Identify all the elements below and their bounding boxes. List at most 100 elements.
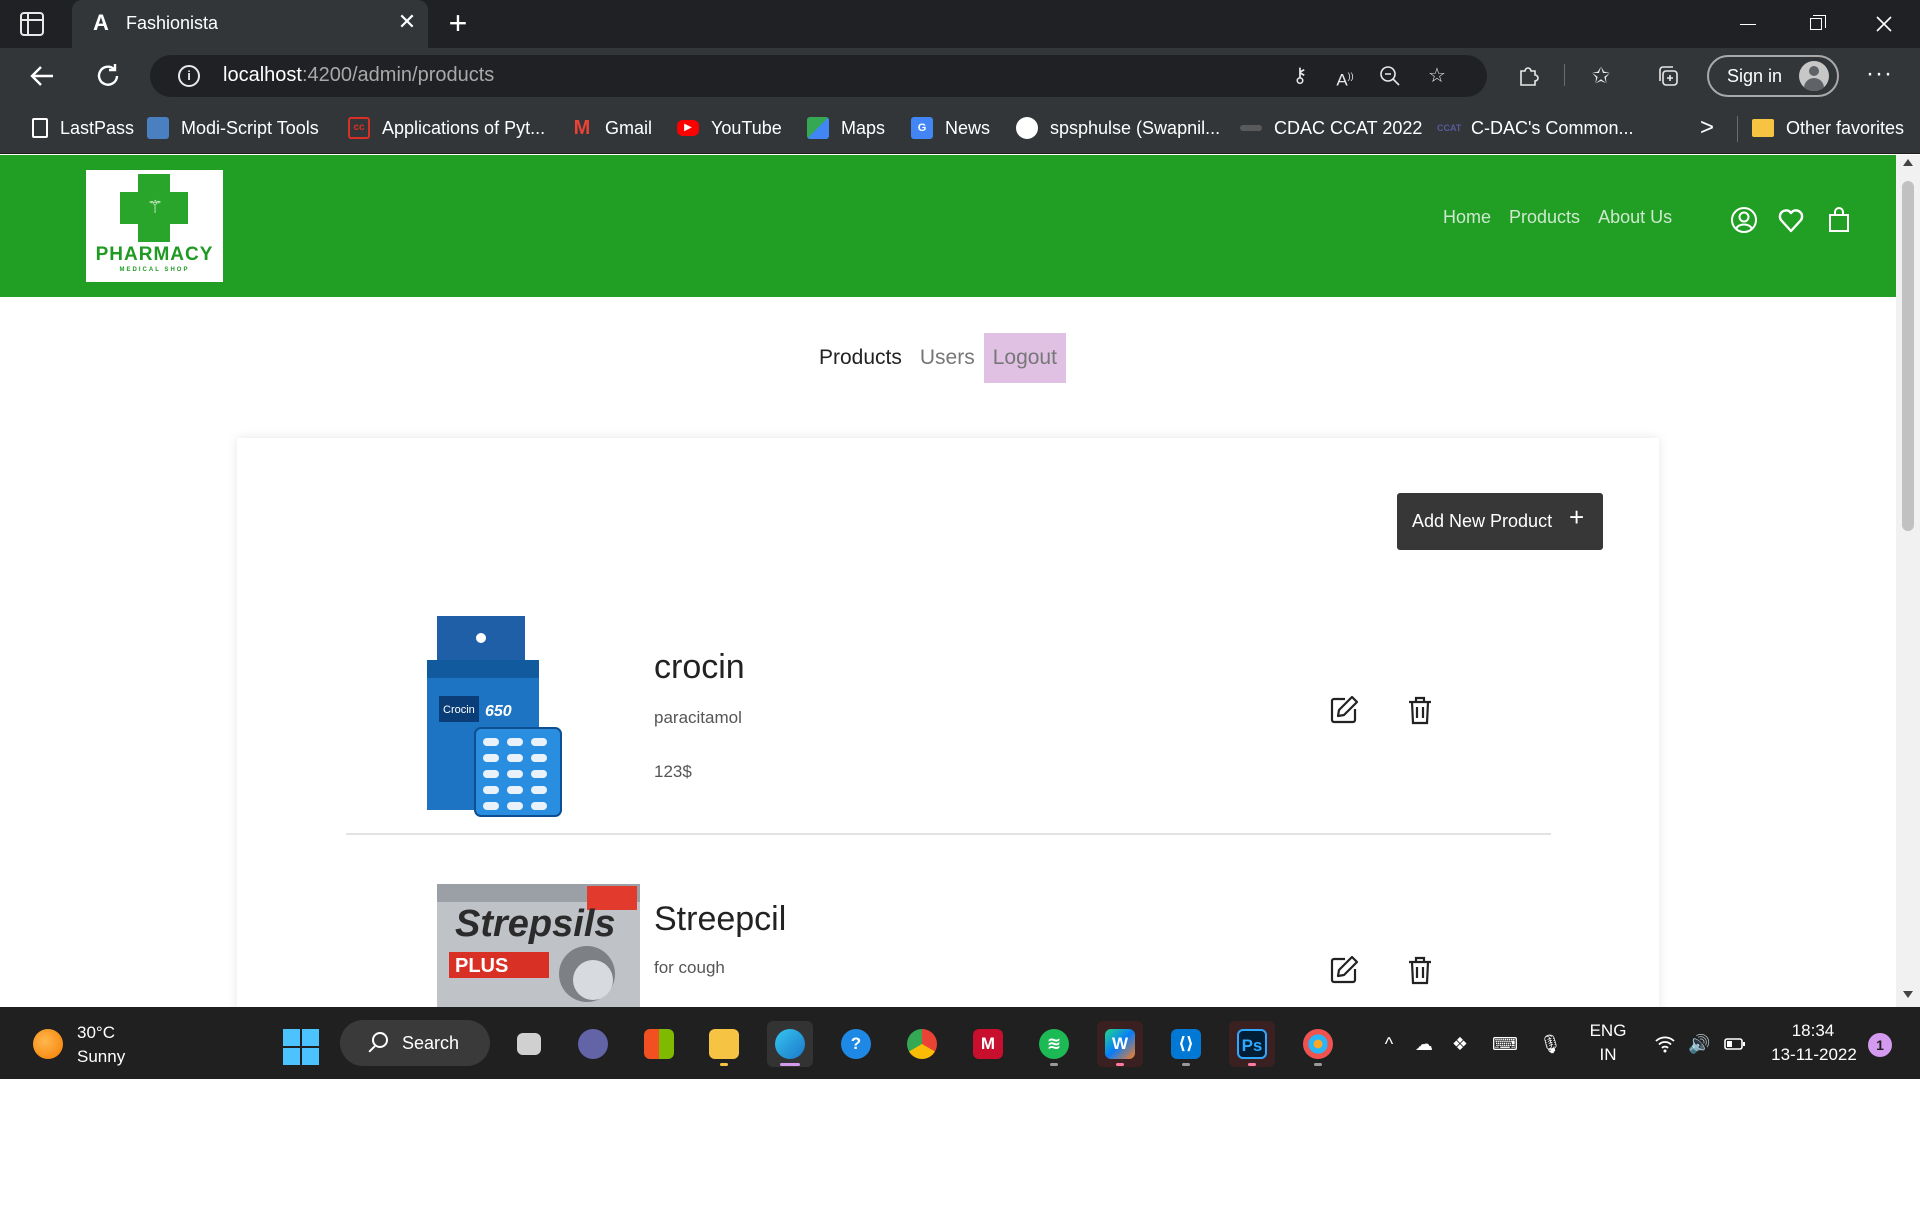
new-tab-button[interactable]: + (443, 7, 473, 39)
sign-in-button[interactable]: Sign in (1707, 55, 1839, 97)
site-info-icon[interactable]: i (178, 65, 200, 87)
bookmark-lastpass[interactable]: LastPass (32, 115, 134, 141)
bookmark-news[interactable]: G News (911, 115, 990, 141)
wishlist-heart-icon[interactable] (1776, 205, 1806, 235)
admin-nav: Products Users Logout (810, 333, 1066, 383)
start-button[interactable] (283, 1029, 319, 1065)
microphone-icon[interactable]: 🎙 (1539, 1033, 1562, 1055)
windows-logo-tile (302, 1029, 319, 1046)
mcafee-button[interactable]: M (965, 1021, 1011, 1067)
help-button[interactable]: ? (833, 1021, 879, 1067)
more-menu-icon[interactable]: ··· (1866, 62, 1893, 86)
restore-button[interactable] (1804, 12, 1828, 36)
restore-icon (1810, 15, 1826, 30)
github-icon (1016, 117, 1038, 139)
crocin-pack-image: Crocin 650 (427, 616, 562, 817)
show-hidden-icons-chevron-icon[interactable]: ^ (1378, 1033, 1400, 1055)
task-view-button[interactable] (505, 1021, 551, 1067)
edit-icon[interactable] (1327, 953, 1361, 987)
scroll-down-arrow-icon[interactable] (1903, 991, 1913, 998)
nav-about-us[interactable]: About Us (1598, 207, 1672, 228)
bookmark-cdac-ccat[interactable]: CDAC CCAT 2022 (1240, 115, 1422, 141)
key-icon[interactable]: ⚷ (1288, 64, 1312, 88)
file-explorer-button[interactable] (701, 1021, 747, 1067)
tab-close-icon[interactable]: ✕ (395, 10, 419, 34)
nav-home[interactable]: Home (1443, 207, 1491, 228)
shopping-bag-icon[interactable] (1824, 205, 1854, 235)
webstorm-icon: W (1105, 1029, 1135, 1059)
delete-icon[interactable] (1403, 953, 1437, 987)
url-text[interactable]: localhost:4200/admin/products (223, 64, 494, 87)
bookmark-modi-script[interactable]: Modi-Script Tools (147, 115, 319, 141)
back-button[interactable] (27, 61, 57, 91)
chrome-button[interactable] (899, 1021, 945, 1067)
weather-temperature[interactable]: 30°C (77, 1023, 115, 1043)
url-host: localhost (223, 64, 302, 86)
bookmark-youtube[interactable]: ▶ YouTube (677, 115, 782, 141)
reload-button[interactable] (93, 61, 123, 91)
sun-icon[interactable] (33, 1029, 63, 1059)
paint-button[interactable] (1295, 1021, 1341, 1067)
bookmark-applications-python[interactable]: cc Applications of Pyt... (348, 115, 545, 141)
minimize-button[interactable] (1736, 12, 1760, 36)
add-favorite-icon[interactable]: ☆ (1425, 64, 1449, 88)
running-indicator (1116, 1063, 1124, 1066)
clock-date[interactable]: 13-11-2022 (1764, 1045, 1864, 1065)
zoom-out-icon[interactable] (1378, 64, 1402, 88)
page-scrollbar[interactable] (1896, 155, 1920, 1007)
browser-tab-bar: A Fashionista ✕ + (0, 0, 1920, 48)
address-bar[interactable]: i localhost:4200/admin/products ⚷ A)) ☆ (150, 55, 1487, 97)
bookmark-other-favorites[interactable]: Other favorites (1752, 115, 1904, 141)
favorites-icon[interactable]: ✩ (1588, 63, 1614, 89)
extensions-icon[interactable] (1515, 63, 1541, 89)
product-price: 123$ (654, 762, 692, 781)
volume-icon[interactable]: 🔊 (1688, 1033, 1710, 1055)
scroll-thumb[interactable] (1902, 181, 1914, 531)
bookmark-cdac-common[interactable]: CCAT C-DAC's Common... (1437, 115, 1633, 141)
dropbox-icon[interactable]: ❖ (1449, 1033, 1471, 1055)
running-indicator (1050, 1063, 1058, 1066)
input-language[interactable]: ENG (1583, 1021, 1633, 1041)
back-arrow-icon (30, 66, 53, 86)
onedrive-cloud-icon[interactable]: ☁ (1413, 1033, 1435, 1055)
window-close-button[interactable] (1872, 12, 1896, 36)
teams-chat-button[interactable] (570, 1021, 616, 1067)
tab-actions-icon[interactable] (20, 12, 44, 36)
pharmacy-logo[interactable]: ⚚ PHARMACY MEDICAL SHOP (86, 170, 223, 282)
windows-logo-icon (283, 1029, 300, 1046)
pencil-square-icon (1330, 955, 1359, 984)
edit-icon[interactable] (1327, 693, 1361, 727)
delete-icon[interactable] (1403, 693, 1437, 727)
product-description: for cough (654, 958, 725, 977)
webstorm-button[interactable]: W (1097, 1021, 1143, 1067)
input-region[interactable]: IN (1583, 1045, 1633, 1065)
admin-tab-users[interactable]: Users (911, 333, 984, 383)
browser-tab[interactable]: A Fashionista ✕ (72, 0, 428, 48)
weather-description[interactable]: Sunny (77, 1047, 125, 1067)
admin-tab-products[interactable]: Products (810, 333, 911, 383)
vscode-button[interactable]: ⟨⟩ (1163, 1021, 1209, 1067)
photoshop-button[interactable]: Ps (1229, 1021, 1275, 1067)
add-new-product-button[interactable]: Add New Product + (1397, 493, 1603, 550)
store-icon (644, 1029, 674, 1059)
taskbar-search[interactable]: Search (340, 1020, 490, 1066)
keyboard-icon[interactable]: ⌨ (1492, 1033, 1518, 1055)
read-aloud-icon[interactable]: A)) (1333, 64, 1357, 90)
microsoft-store-button[interactable] (636, 1021, 682, 1067)
wifi-icon[interactable] (1654, 1033, 1676, 1055)
bookmarks-overflow-icon[interactable]: > (1700, 114, 1714, 142)
edge-button[interactable] (767, 1021, 813, 1067)
notification-badge[interactable]: 1 (1868, 1033, 1892, 1057)
bookmark-github[interactable]: spsphulse (Swapnil... (1016, 115, 1220, 141)
collections-icon[interactable] (1655, 63, 1681, 89)
spotify-button[interactable]: ≋ (1031, 1021, 1077, 1067)
product-row: Crocin 650 crocin paracitamol 123$ (237, 616, 1659, 866)
admin-logout-button[interactable]: Logout (983, 333, 1066, 383)
scroll-up-arrow-icon[interactable] (1903, 159, 1913, 166)
bookmark-maps[interactable]: Maps (807, 115, 885, 141)
user-account-icon[interactable] (1729, 205, 1759, 235)
clock-time[interactable]: 18:34 (1768, 1021, 1858, 1041)
nav-products[interactable]: Products (1509, 207, 1580, 228)
bookmark-gmail[interactable]: M Gmail (571, 115, 652, 141)
battery-icon[interactable] (1724, 1033, 1746, 1055)
